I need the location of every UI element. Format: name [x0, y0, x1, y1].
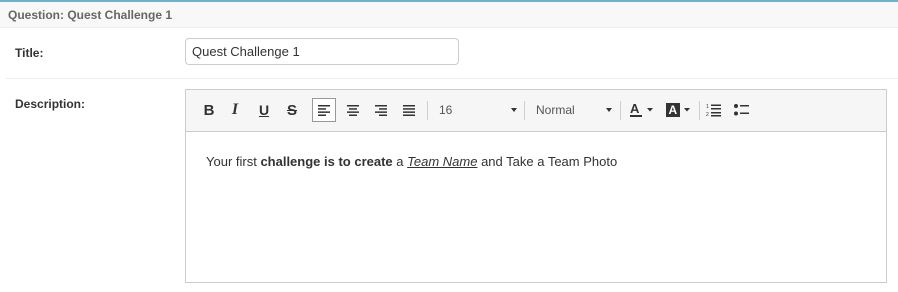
title-input[interactable]	[185, 38, 459, 65]
underline-icon: U	[258, 102, 270, 118]
underline-button[interactable]: U	[252, 98, 276, 122]
toolbar-separator	[699, 101, 700, 120]
chevron-down-icon	[511, 108, 517, 112]
ordered-list-icon: 1 2	[706, 104, 721, 117]
unordered-list-button[interactable]	[730, 98, 754, 122]
text-color-button[interactable]: A	[628, 98, 658, 122]
block-format-value: Normal	[536, 103, 575, 117]
svg-text:1: 1	[706, 104, 709, 110]
italic-button[interactable]: I	[223, 98, 247, 122]
background-color-icon: A	[666, 103, 690, 117]
unordered-list-icon	[734, 104, 749, 116]
row-divider	[6, 78, 898, 79]
question-header-title: Question: Quest Challenge 1	[8, 8, 173, 22]
strikethrough-icon: S	[286, 101, 297, 119]
toolbar-separator	[524, 101, 525, 120]
content-text: and Take a Team Photo	[477, 154, 618, 169]
background-color-button[interactable]: A	[664, 98, 694, 122]
editor-toolbar: B I U S 16 Normal A A 1 2	[186, 90, 886, 132]
bold-icon: B	[203, 101, 215, 119]
content-text: Your first	[206, 154, 261, 169]
block-format-select[interactable]: Normal	[536, 98, 616, 122]
question-header: Question: Quest Challenge 1	[0, 0, 898, 28]
font-size-value: 16	[439, 103, 453, 117]
align-left-button[interactable]	[312, 98, 336, 122]
svg-text:A: A	[630, 102, 640, 116]
align-left-icon	[318, 105, 330, 116]
content-text: a	[392, 154, 408, 169]
svg-text:2: 2	[706, 112, 709, 117]
description-label: Description:	[15, 97, 86, 111]
align-right-icon	[375, 105, 387, 116]
editor-content[interactable]: Your first challenge is to create a Team…	[206, 154, 617, 169]
ordered-list-button[interactable]: 1 2	[702, 98, 726, 122]
toolbar-separator	[620, 101, 621, 120]
content-bold-text: challenge is to create	[260, 154, 393, 169]
title-label: Title:	[15, 46, 44, 60]
align-justify-icon	[403, 105, 415, 116]
description-editor: B I U S 16 Normal A A 1 2 Your first cha…	[185, 89, 887, 283]
svg-text:A: A	[669, 103, 678, 117]
italic-icon: I	[231, 101, 239, 118]
align-justify-button[interactable]	[397, 98, 421, 122]
text-color-icon: A	[630, 102, 653, 117]
content-italic-underline-text: Team Name	[407, 154, 478, 169]
strikethrough-button[interactable]: S	[280, 98, 304, 122]
chevron-down-icon	[606, 108, 612, 112]
bold-button[interactable]: B	[197, 98, 221, 122]
align-right-button[interactable]	[369, 98, 393, 122]
align-center-button[interactable]	[341, 98, 365, 122]
align-center-icon	[347, 105, 359, 116]
font-size-select[interactable]: 16	[439, 98, 521, 122]
toolbar-separator	[427, 101, 428, 120]
